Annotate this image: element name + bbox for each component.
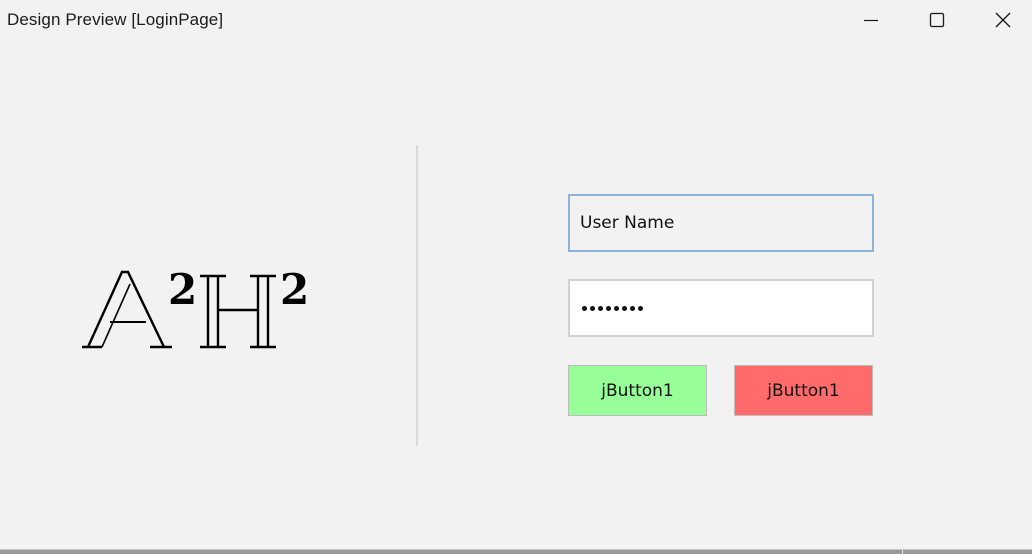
window-bottom-edge	[0, 550, 1032, 554]
vertical-divider	[416, 145, 418, 446]
edge-notch	[902, 550, 903, 554]
green-jbutton[interactable]: jButton1	[568, 365, 707, 416]
close-icon	[995, 12, 1011, 28]
maximize-icon	[929, 12, 945, 28]
minimize-icon	[864, 19, 878, 22]
title-bar: Design Preview [LoginPage]	[0, 0, 1032, 40]
close-button[interactable]	[970, 0, 1032, 40]
minimize-button[interactable]	[838, 0, 904, 40]
logo-superscript-2b: 2	[280, 265, 309, 314]
green-jbutton-label: jButton1	[601, 380, 674, 401]
red-jbutton[interactable]: jButton1	[734, 365, 873, 416]
username-input[interactable]: User Name	[568, 194, 874, 252]
logo-letter-a	[82, 270, 172, 349]
a2h2-logo: 2 2	[80, 262, 330, 362]
red-jbutton-label: jButton1	[767, 380, 840, 401]
window-title: Design Preview [LoginPage]	[7, 10, 224, 29]
password-field[interactable]	[568, 279, 874, 337]
logo-graphic: 2 2	[82, 265, 309, 349]
login-window: Design Preview [LoginPage] 2 2 User Name…	[0, 0, 1032, 550]
logo-letter-h	[200, 274, 276, 349]
maximize-button[interactable]	[904, 0, 970, 40]
username-value: User Name	[580, 213, 675, 233]
logo-superscript-2: 2	[168, 265, 197, 314]
password-mask	[582, 305, 643, 311]
